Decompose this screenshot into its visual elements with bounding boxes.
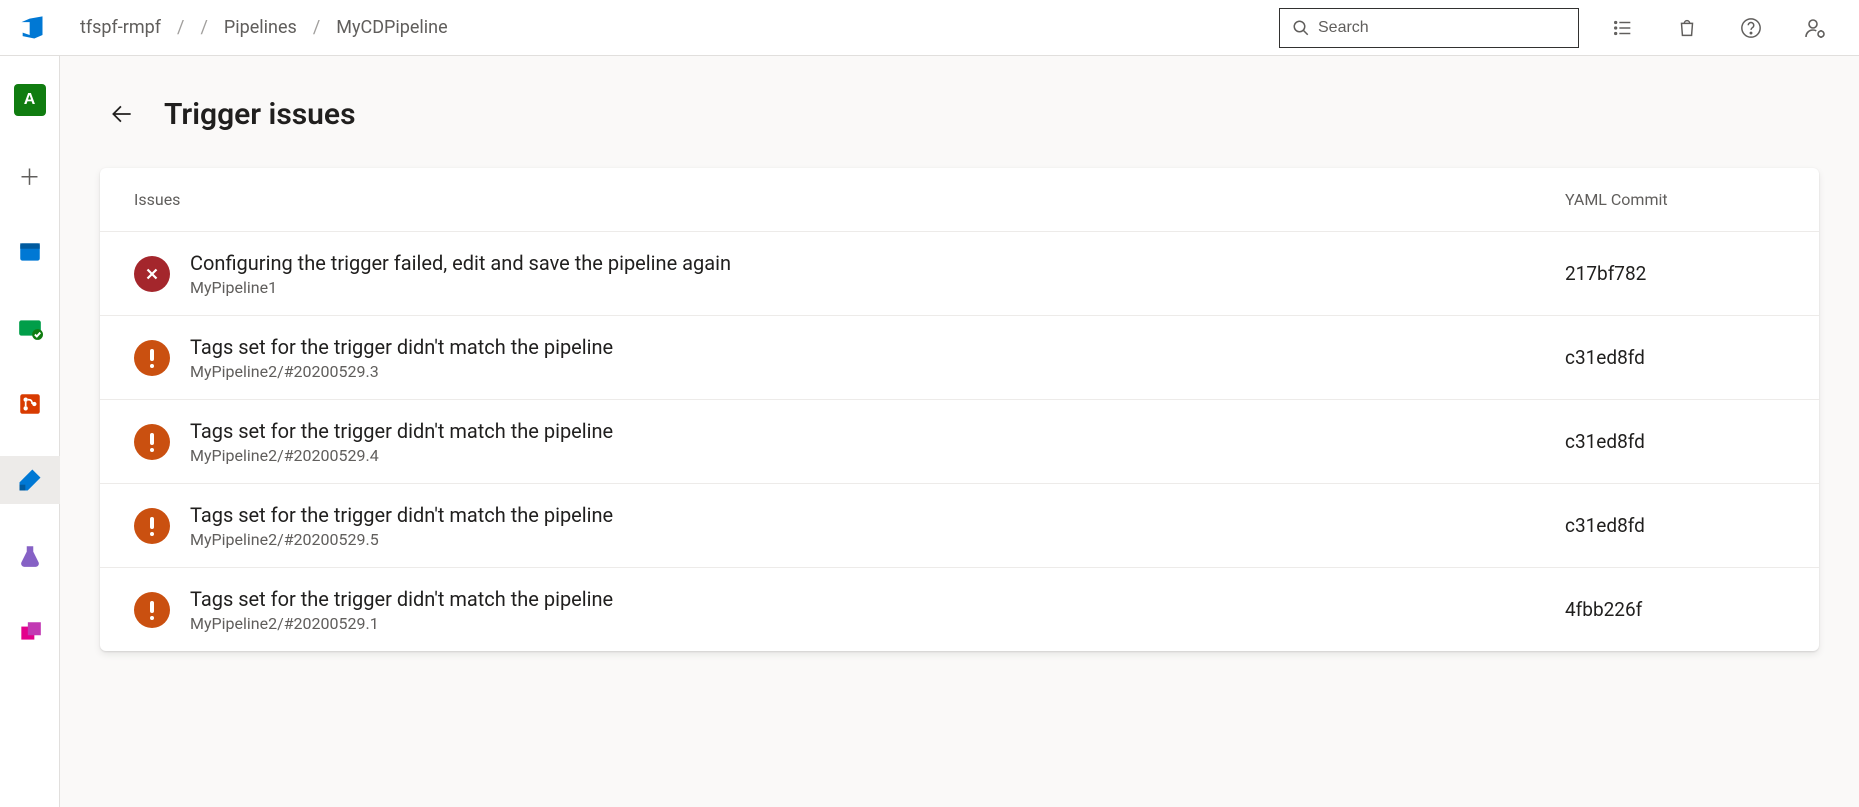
- arrow-left-icon: [109, 101, 135, 127]
- pipelines-icon: [16, 466, 44, 494]
- issue-subtitle: MyPipeline1: [190, 278, 1565, 297]
- search-input[interactable]: [1318, 19, 1566, 37]
- user-settings-icon[interactable]: [1799, 12, 1831, 44]
- issues-card: Issues YAML Commit Configuring the trigg…: [100, 168, 1819, 651]
- issue-subtitle: MyPipeline2/#20200529.1: [190, 614, 1565, 633]
- issue-title: Tags set for the trigger didn't match th…: [190, 334, 1565, 360]
- artifacts-icon: [16, 618, 44, 646]
- breadcrumb: tfspf-rmpf / / Pipelines / MyCDPipeline: [80, 17, 448, 38]
- warning-icon: [134, 424, 170, 460]
- breadcrumb-sep-icon: /: [177, 17, 184, 38]
- issue-text: Tags set for the trigger didn't match th…: [190, 586, 1565, 633]
- issue-title: Configuring the trigger failed, edit and…: [190, 250, 1565, 276]
- issue-row[interactable]: Configuring the trigger failed, edit and…: [100, 232, 1819, 316]
- issue-subtitle: MyPipeline2/#20200529.4: [190, 446, 1565, 465]
- issue-text: Tags set for the trigger didn't match th…: [190, 418, 1565, 465]
- boards-icon: [16, 314, 44, 342]
- issue-subtitle: MyPipeline2/#20200529.3: [190, 362, 1565, 381]
- overview-icon: [16, 238, 44, 266]
- issue-commit: c31ed8fd: [1565, 346, 1785, 369]
- header-col-issues: Issues: [134, 190, 1565, 209]
- issue-row[interactable]: Tags set for the trigger didn't match th…: [100, 568, 1819, 651]
- header-col-commit: YAML Commit: [1565, 190, 1785, 209]
- main-content: Trigger issues Issues YAML Commit Config…: [60, 56, 1859, 807]
- rail-nav-repos[interactable]: [0, 380, 60, 428]
- page-header: Trigger issues: [100, 96, 1859, 132]
- issue-title: Tags set for the trigger didn't match th…: [190, 586, 1565, 612]
- issue-title: Tags set for the trigger didn't match th…: [190, 418, 1565, 444]
- project-avatar: A: [14, 84, 46, 116]
- testplans-icon: [16, 542, 44, 570]
- issue-commit: c31ed8fd: [1565, 430, 1785, 453]
- breadcrumb-sep-icon: /: [200, 17, 207, 38]
- warning-icon: [134, 592, 170, 628]
- shopping-bag-icon[interactable]: [1671, 12, 1703, 44]
- plus-icon: ＋: [18, 160, 40, 192]
- issue-commit: 4fbb226f: [1565, 598, 1785, 621]
- issue-commit: c31ed8fd: [1565, 514, 1785, 537]
- breadcrumb-pipeline[interactable]: MyCDPipeline: [336, 17, 447, 38]
- repos-icon: [16, 390, 44, 418]
- rail-nav-boards[interactable]: [0, 304, 60, 352]
- topbar-actions: [1607, 12, 1843, 44]
- breadcrumb-org[interactable]: tfspf-rmpf: [80, 17, 161, 38]
- issue-text: Tags set for the trigger didn't match th…: [190, 334, 1565, 381]
- rail-nav-testplans[interactable]: [0, 532, 60, 580]
- page-title: Trigger issues: [164, 97, 356, 132]
- issue-row[interactable]: Tags set for the trigger didn't match th…: [100, 316, 1819, 400]
- help-icon[interactable]: [1735, 12, 1767, 44]
- rail-nav-overview[interactable]: [0, 228, 60, 276]
- rail-nav-artifacts[interactable]: [0, 608, 60, 656]
- issue-row[interactable]: Tags set for the trigger didn't match th…: [100, 400, 1819, 484]
- issue-commit: 217bf782: [1565, 262, 1785, 285]
- search-icon: [1292, 19, 1310, 37]
- issue-text: Configuring the trigger failed, edit and…: [190, 250, 1565, 297]
- warning-icon: [134, 508, 170, 544]
- breadcrumb-section[interactable]: Pipelines: [224, 17, 297, 38]
- issue-title: Tags set for the trigger didn't match th…: [190, 502, 1565, 528]
- issues-table-header: Issues YAML Commit: [100, 168, 1819, 232]
- issues-table-body: Configuring the trigger failed, edit and…: [100, 232, 1819, 651]
- warning-icon: [134, 340, 170, 376]
- rail-project-avatar[interactable]: A: [0, 76, 60, 124]
- issue-subtitle: MyPipeline2/#20200529.5: [190, 530, 1565, 549]
- search-box[interactable]: [1279, 8, 1579, 48]
- list-icon[interactable]: [1607, 12, 1639, 44]
- issue-text: Tags set for the trigger didn't match th…: [190, 502, 1565, 549]
- azure-devops-logo-icon[interactable]: [16, 12, 48, 44]
- left-rail: A ＋: [0, 56, 60, 807]
- breadcrumb-sep-icon: /: [313, 17, 320, 38]
- issue-row[interactable]: Tags set for the trigger didn't match th…: [100, 484, 1819, 568]
- rail-nav-pipelines[interactable]: [0, 456, 60, 504]
- topbar: tfspf-rmpf / / Pipelines / MyCDPipeline: [0, 0, 1859, 56]
- back-button[interactable]: [104, 96, 140, 132]
- rail-add-button[interactable]: ＋: [0, 152, 60, 200]
- error-icon: [134, 256, 170, 292]
